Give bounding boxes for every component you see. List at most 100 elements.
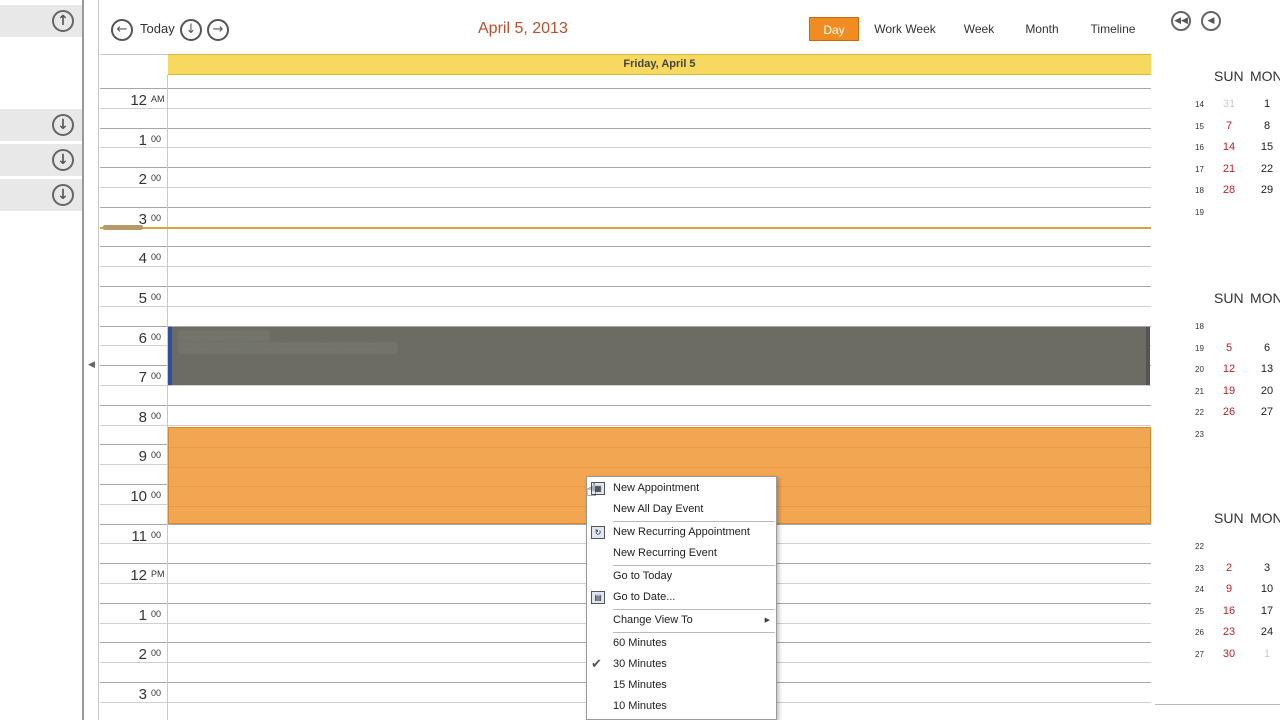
nav-group-collapsed[interactable]: ↑ [0,5,82,37]
week-number: 23 [1195,430,1204,439]
panel-divider[interactable] [82,0,84,720]
menu-item-go-to-today[interactable]: Go to Today [587,566,776,587]
menu-item-change-view-to[interactable]: Change View To ▶ [587,610,776,631]
today-button[interactable]: Today [140,21,175,36]
hour-suffix: 00 [151,450,162,461]
week-number: 16 [1195,143,1204,153]
fast-back-icon[interactable]: ◀◀ [1171,11,1191,31]
hour-suffix: 00 [151,410,162,421]
arrow-down-icon[interactable]: ↓ [52,149,74,171]
mini-calendar-day[interactable]: 5 [1217,342,1241,354]
menu-item-label: 15 Minutes [613,679,667,691]
next-day-icon[interactable]: → [207,19,229,41]
view-day-button[interactable]: Day [809,17,859,41]
mini-calendar-day[interactable]: 23 [1217,626,1241,638]
hour-label: 1 [138,131,147,149]
date-navigator-bottom-border [1155,704,1280,705]
week-number: 20 [1195,365,1204,375]
mini-calendar-day[interactable]: 29 [1255,184,1279,196]
mini-calendar-day[interactable]: 1 [1255,98,1279,110]
menu-item-30-minutes[interactable]: ✔ 30 Minutes [587,654,776,675]
mini-calendar-weekday-header: SUN [1214,290,1244,306]
menu-item-label: 30 Minutes [613,658,667,670]
mini-calendar-day[interactable]: 10 [1255,583,1279,595]
menu-item-label: Go to Date... [613,591,676,603]
hour-label: 1 [138,606,147,624]
appointment-gray[interactable]: ▒▒▒▒▒▒▒▒▒▒▒▒▒ ▒▒▒▒▒▒▒▒▒▒▒▒▒▒▒▒▒▒▒▒▒▒▒▒▒▒▒… [168,327,1150,385]
hour-suffix: 00 [151,133,162,144]
menu-item-60-minutes[interactable]: 60 Minutes [587,633,776,654]
mini-calendar-day[interactable]: 8 [1255,120,1279,132]
view-work-week-button[interactable]: Work Week [870,17,940,41]
view-week-button[interactable]: Week [955,17,1003,41]
hour-label: 6 [138,329,147,347]
week-number: 22 [1195,408,1204,418]
left-navigation-panel: ↑ ↓ ↓ ↓ [0,0,86,720]
menu-item-go-to-date[interactable]: ▤ Go to Date... [587,587,776,608]
scheduler-left-border [98,0,99,720]
mini-calendar-day[interactable]: 6 [1255,342,1279,354]
hour-label: 5 [138,290,147,307]
hour-label: 12 [130,567,147,585]
mini-calendar-day[interactable]: 1 [1255,648,1279,660]
week-number: 22 [1195,542,1204,551]
menu-item-new-all-day-event[interactable]: New All Day Event [587,499,776,520]
hour-label: 4 [138,250,147,268]
previous-day-icon[interactable]: ← [111,19,133,41]
mini-calendar-day[interactable]: 12 [1217,363,1241,375]
hour-label: 7 [138,369,147,387]
mini-calendar-day[interactable]: 19 [1217,385,1241,397]
mini-calendar-day[interactable]: 22 [1255,163,1279,175]
collapse-panel-icon[interactable]: ◀ [88,360,95,370]
current-time-indicator [100,227,1151,229]
mini-calendar-day[interactable]: 24 [1255,626,1279,638]
hour-label: 8 [138,408,147,426]
menu-item-new-appointment[interactable]: ▦ New Appointment [587,478,776,499]
day-column-header[interactable]: Friday, April 5 [168,54,1151,75]
go-to-today-icon[interactable]: ↓ [180,19,202,41]
half-hour-line [100,107,1151,109]
menu-item-new-recurring-appointment[interactable]: ↻ New Recurring Appointment [587,522,776,543]
arrow-up-icon[interactable]: ↑ [52,10,74,32]
hour-line [100,246,1151,248]
back-icon[interactable]: ◀ [1201,11,1221,31]
mini-calendar-day[interactable]: 31 [1217,98,1241,110]
mini-calendar-day[interactable]: 17 [1255,605,1279,617]
nav-group-2[interactable]: ↓ [0,144,82,176]
mini-calendar-day[interactable]: 28 [1217,184,1241,196]
mini-calendar-day[interactable]: 13 [1255,363,1279,375]
hour-line [100,404,1151,406]
nav-group-1[interactable]: ↓ [0,109,82,141]
mini-calendar-day[interactable]: 14 [1217,141,1241,153]
arrow-down-icon[interactable]: ↓ [52,184,74,206]
arrow-down-icon[interactable]: ↓ [52,114,74,136]
mini-calendar-day[interactable]: 20 [1255,385,1279,397]
view-timeline-button[interactable]: Timeline [1084,17,1142,41]
menu-item-label: New Recurring Appointment [613,526,750,538]
week-number: 14 [1195,100,1204,109]
mini-calendar-day[interactable]: 9 [1217,583,1241,595]
mini-calendar-day[interactable]: 7 [1217,120,1241,132]
view-month-button[interactable]: Month [1015,17,1069,41]
menu-item-10-minutes[interactable]: 10 Minutes [587,696,776,717]
mini-calendar-day[interactable]: 16 [1217,605,1241,617]
submenu-arrow-icon: ▶ [764,616,770,624]
menu-item-15-minutes[interactable]: 15 Minutes [587,675,776,696]
nav-group-3[interactable]: ↓ [0,179,82,211]
week-number: 26 [1195,628,1204,638]
mini-calendar-day[interactable]: 21 [1217,163,1241,175]
scheduler-toolbar: ← Today ↓ → April 5, 2013 Day Work Week … [100,0,1155,54]
mini-calendar-day[interactable]: 27 [1255,406,1279,418]
mini-calendar-day[interactable]: 15 [1255,141,1279,153]
mini-calendar-day[interactable]: 2 [1217,562,1241,574]
hour-line [100,127,1151,129]
week-number: 18 [1195,186,1204,196]
menu-item-label: 10 Minutes [613,700,667,712]
hour-line [100,286,1151,287]
recurring-icon: ↻ [591,526,605,539]
mini-calendar-day[interactable]: 26 [1217,406,1241,418]
menu-item-new-recurring-event[interactable]: New Recurring Event [587,543,776,564]
half-hour-line [100,266,1151,268]
mini-calendar-day[interactable]: 30 [1217,648,1241,660]
mini-calendar-day[interactable]: 3 [1255,562,1279,574]
